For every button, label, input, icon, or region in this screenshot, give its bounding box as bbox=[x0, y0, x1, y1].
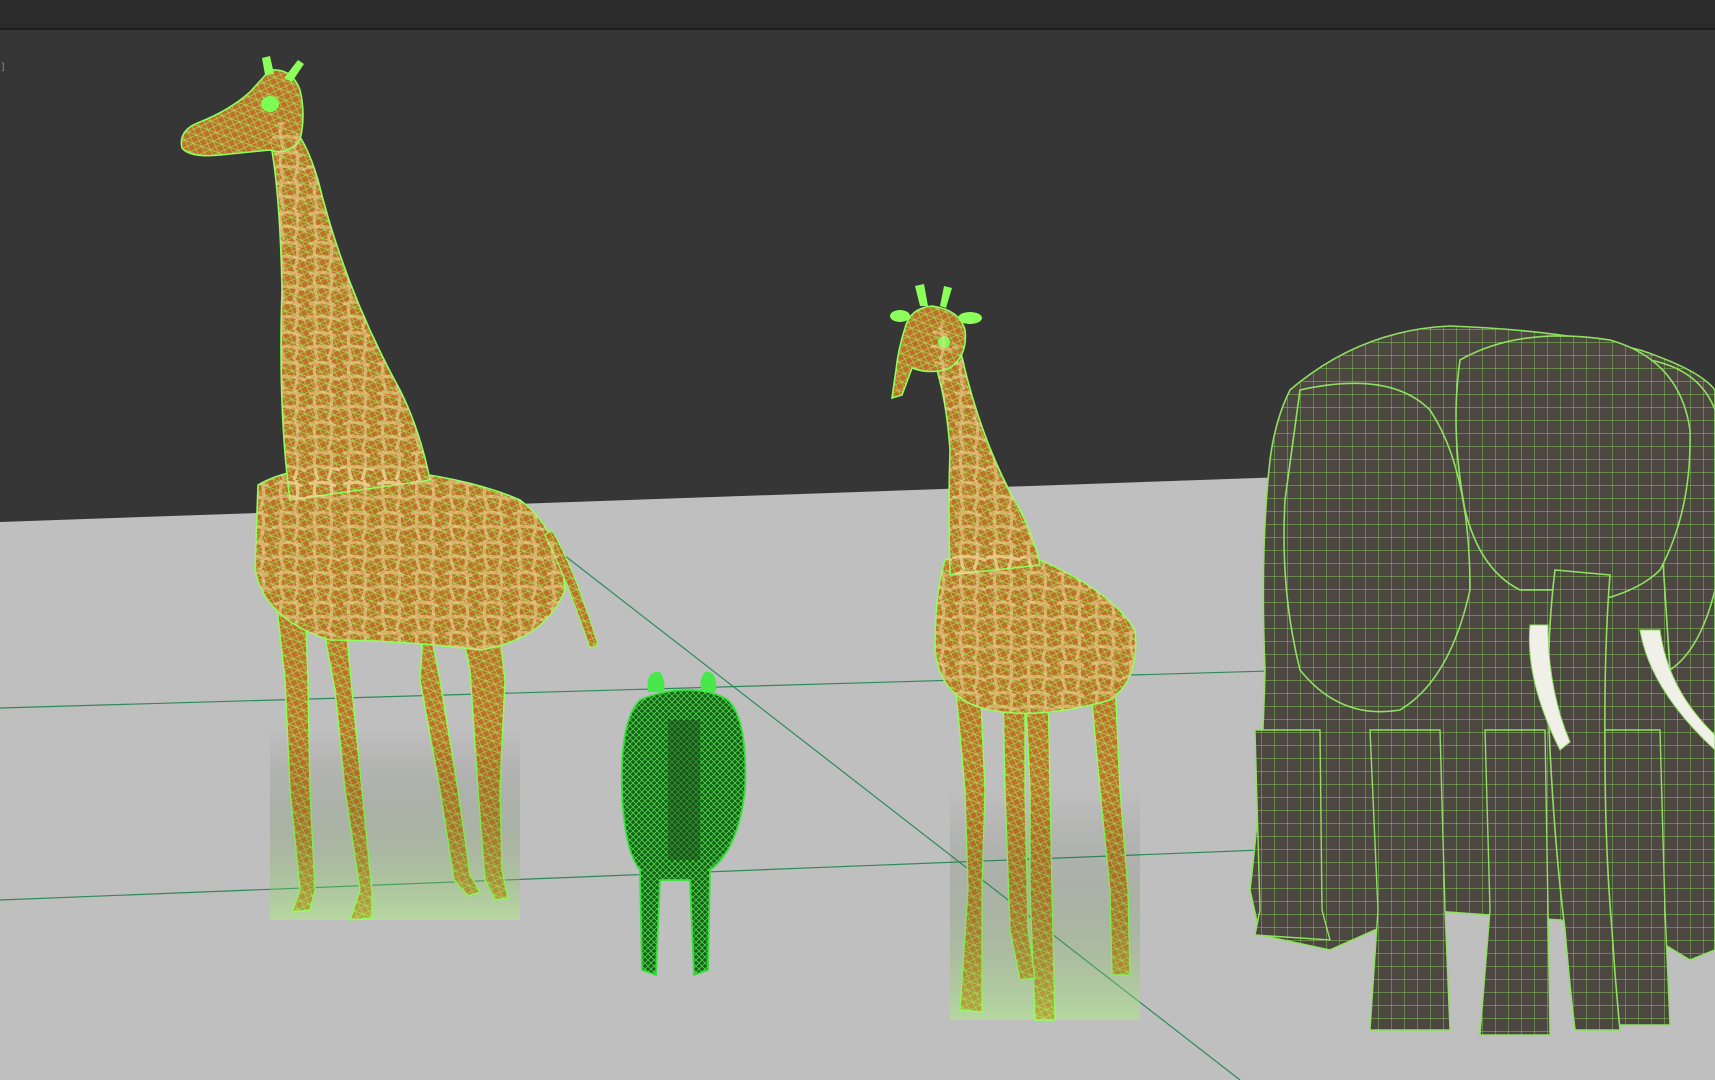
viewport-corner-label: ] bbox=[0, 62, 7, 73]
viewport-toolbar[interactable] bbox=[0, 0, 1715, 30]
viewport-canvas[interactable] bbox=[0, 30, 1715, 1080]
perspective-viewport[interactable]: ] bbox=[0, 30, 1715, 1080]
maya-style-3d-viewport-window: ] bbox=[0, 0, 1715, 1080]
